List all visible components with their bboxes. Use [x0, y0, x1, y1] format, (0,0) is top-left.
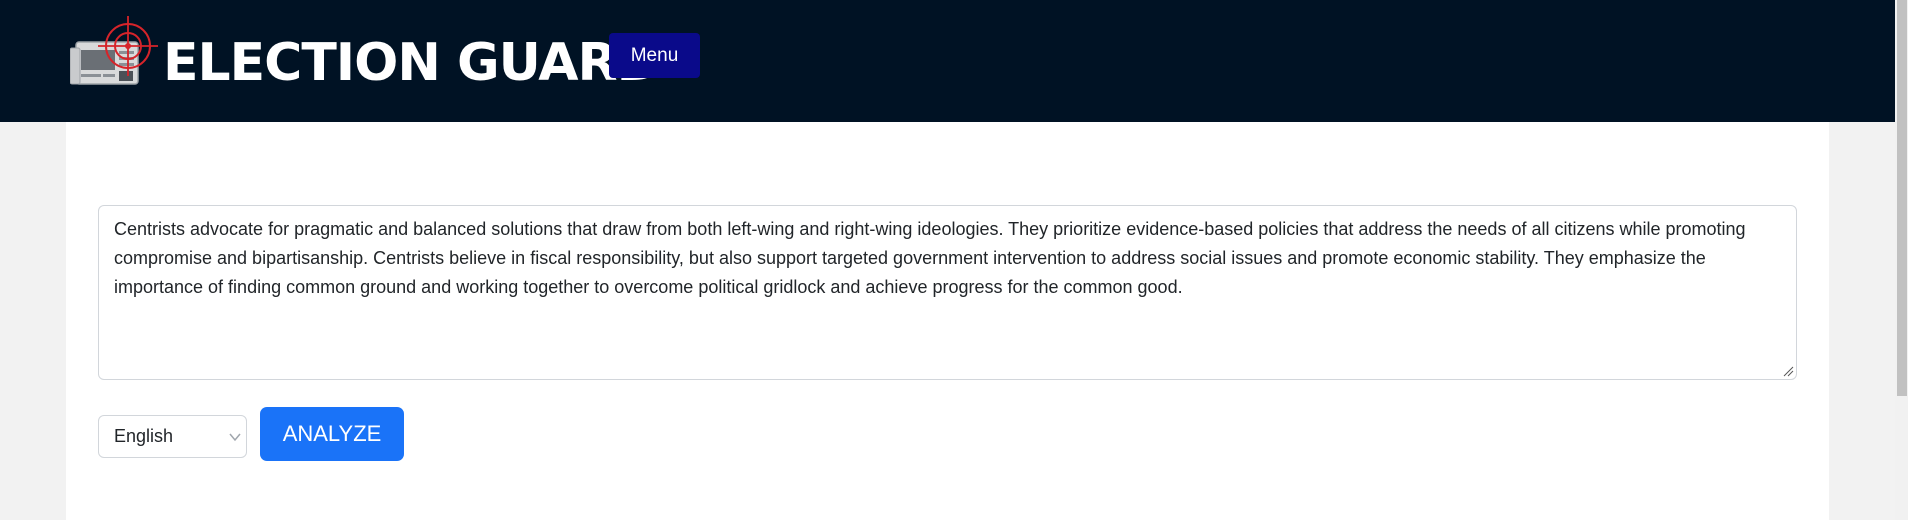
- language-select-value: English: [114, 426, 174, 446]
- text-input-value[interactable]: Centrists advocate for pragmatic and bal…: [114, 215, 1774, 302]
- analyze-button[interactable]: ANALYZE: [260, 407, 404, 461]
- language-select[interactable]: English: [98, 415, 247, 458]
- resize-handle-icon[interactable]: [1782, 365, 1794, 377]
- top-header: ELECTION GUARD Menu: [0, 0, 1895, 122]
- chevron-down-icon: [229, 433, 241, 442]
- scrollbar-thumb[interactable]: [1897, 0, 1907, 396]
- text-input-area[interactable]: Centrists advocate for pragmatic and bal…: [98, 205, 1797, 380]
- brand-title[interactable]: ELECTION GUARD: [163, 28, 660, 98]
- newspaper-target-icon[interactable]: [70, 14, 164, 104]
- menu-button[interactable]: Menu: [609, 33, 700, 78]
